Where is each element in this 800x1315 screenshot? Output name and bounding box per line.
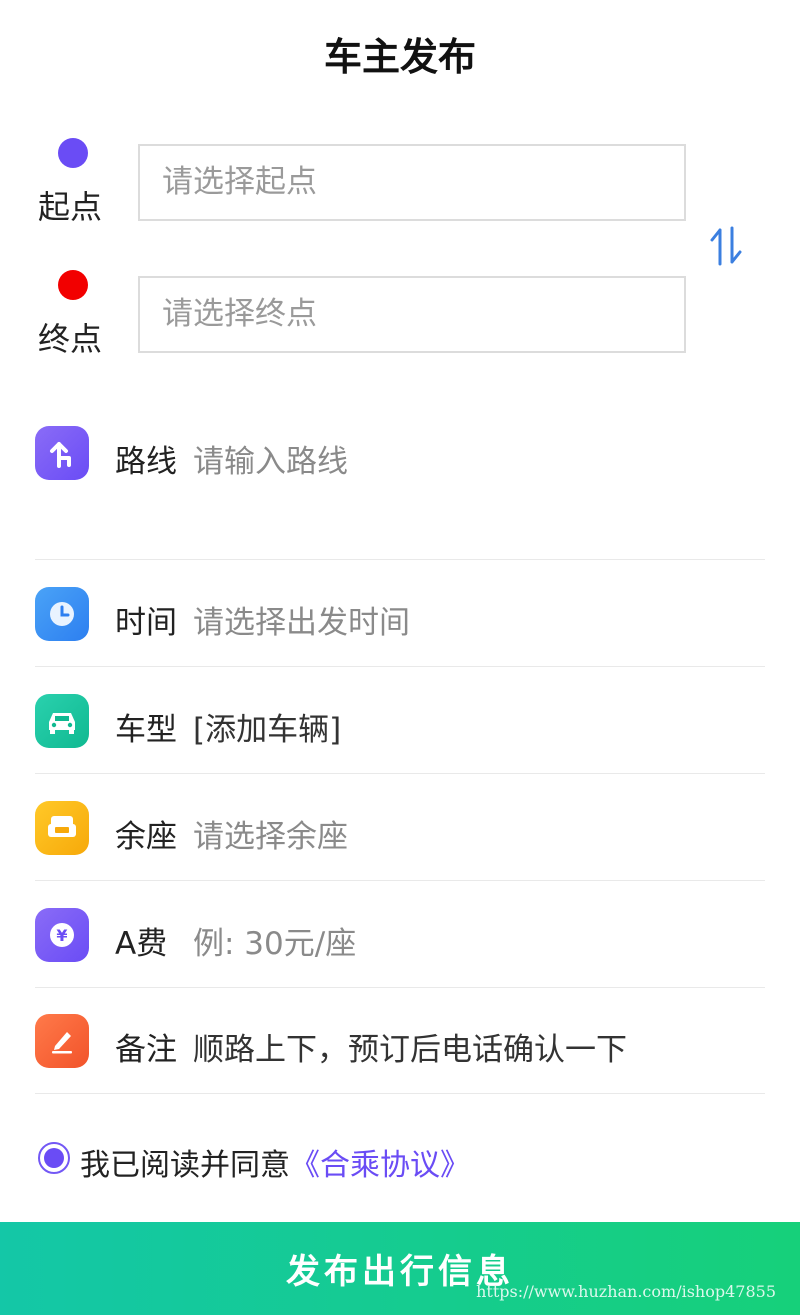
seat-icon xyxy=(35,801,89,855)
end-label: 终点 xyxy=(38,320,103,358)
seats-row[interactable]: 余座 请选择余座 xyxy=(35,801,765,857)
end-label-group: 终点 xyxy=(34,270,112,358)
divider xyxy=(35,1093,765,1094)
fee-row[interactable]: ¥ A费 例: 30元/座 xyxy=(35,908,765,964)
start-row: 起点 请选择起点 xyxy=(0,138,800,226)
swap-icon[interactable] xyxy=(708,224,744,268)
car-label: 车型 xyxy=(115,712,177,748)
publish-button[interactable]: 发布出行信息 https://www.huzhan.com/ishop47855 xyxy=(0,1222,800,1315)
publish-page: 车主发布 起点 请选择起点 终点 请选择终点 路线 请输入路线 时间 请选择出发… xyxy=(0,0,800,1315)
note-label: 备注 xyxy=(115,1032,177,1068)
divider xyxy=(35,773,765,774)
route-label: 路线 xyxy=(115,444,177,480)
agreement-row: 我已阅读并同意《合乘协议》 xyxy=(38,1140,738,1183)
end-dot-icon xyxy=(58,270,88,300)
page-title: 车主发布 xyxy=(323,35,476,79)
svg-text:¥: ¥ xyxy=(56,926,67,945)
note-input[interactable]: 顺路上下，预订后电话确认一下 xyxy=(193,1024,627,1069)
start-label-group: 起点 xyxy=(34,138,112,226)
divider xyxy=(35,987,765,988)
yen-coin-icon: ¥ xyxy=(35,908,89,962)
time-row[interactable]: 时间 请选择出发时间 xyxy=(35,587,765,643)
end-row: 终点 请选择终点 xyxy=(0,270,800,358)
divider xyxy=(35,666,765,667)
fee-input[interactable]: 例: 30元/座 xyxy=(193,918,356,963)
car-icon xyxy=(35,694,89,748)
route-row[interactable]: 路线 请输入路线 xyxy=(35,426,765,482)
agreement-link[interactable]: 《合乘协议》 xyxy=(290,1148,470,1183)
seats-input[interactable]: 请选择余座 xyxy=(193,811,348,856)
agreement-radio[interactable] xyxy=(38,1142,70,1174)
route-arrow-icon xyxy=(35,426,89,480)
fee-label: A费 xyxy=(115,926,168,962)
start-input[interactable]: 请选择起点 xyxy=(138,144,686,221)
agreement-text: 我已阅读并同意《合乘协议》 xyxy=(80,1140,470,1184)
time-input[interactable]: 请选择出发时间 xyxy=(193,597,410,642)
seats-label: 余座 xyxy=(115,819,177,855)
clock-icon xyxy=(35,587,89,641)
start-dot-icon xyxy=(58,138,88,168)
car-row[interactable]: 车型 [添加车辆] xyxy=(35,694,765,750)
start-label: 起点 xyxy=(38,188,103,226)
time-label: 时间 xyxy=(115,605,177,641)
agreement-label: 我已阅读并同意 xyxy=(80,1148,290,1183)
edit-pencil-icon xyxy=(35,1014,89,1068)
route-input[interactable]: 请输入路线 xyxy=(193,436,348,481)
watermark-text: https://www.huzhan.com/ishop47855 xyxy=(476,1282,776,1301)
divider xyxy=(35,559,765,560)
divider xyxy=(35,880,765,881)
add-vehicle-link[interactable]: [添加车辆] xyxy=(193,704,341,749)
end-input[interactable]: 请选择终点 xyxy=(138,276,686,353)
note-row[interactable]: 备注 顺路上下，预订后电话确认一下 xyxy=(35,1014,765,1070)
